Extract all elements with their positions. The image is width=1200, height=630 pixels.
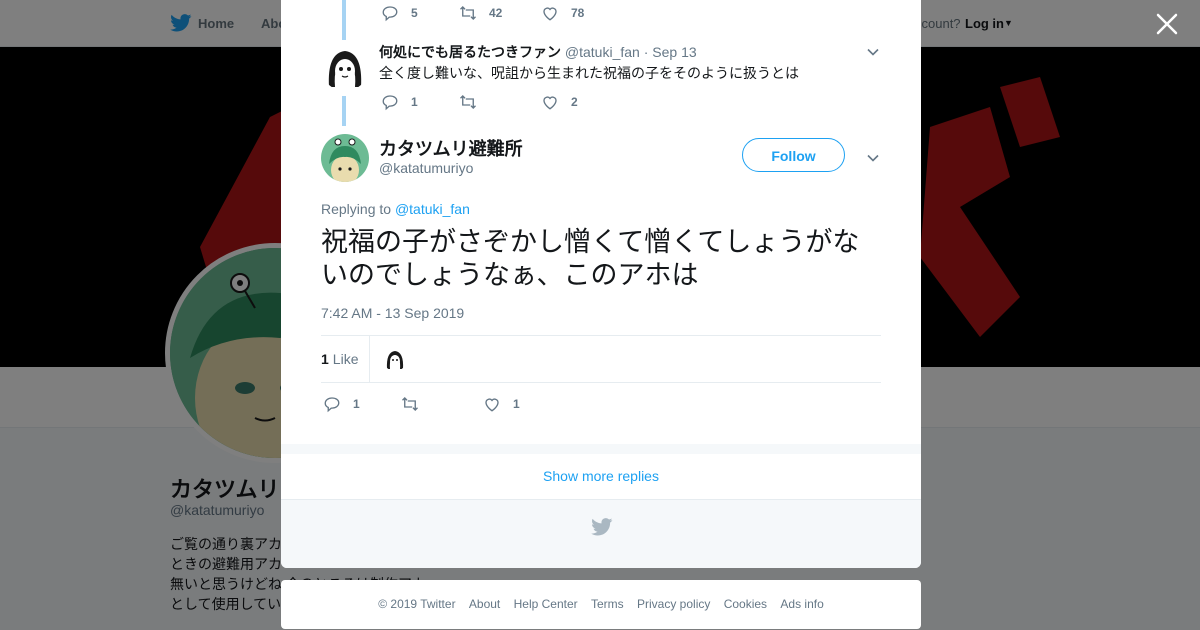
replying-to-mention[interactable]: @tatuki_fan [395,201,470,217]
footer-link-privacy[interactable]: Privacy policy [637,597,710,611]
heart-icon [485,398,499,412]
like-count: 2 [571,95,578,109]
stats-divider [369,336,370,382]
retweet-button[interactable] [459,93,541,111]
footer-link-about[interactable]: About [469,597,500,611]
retweet-button[interactable] [401,395,483,413]
reply-date[interactable]: Sep 13 [652,44,696,60]
page-footer: © 2019 Twitter About Help Center Terms P… [281,580,921,629]
footer-link-help[interactable]: Help Center [514,597,578,611]
reply-count: 1 [353,397,360,411]
follow-button[interactable]: Follow [742,138,845,172]
retweet-button[interactable]: 42 [459,4,541,22]
like-count: 78 [571,6,585,20]
reply-icon [382,95,398,111]
reply-button[interactable]: 1 [381,93,459,111]
tweet-author-name[interactable]: カタツムリ避難所 [379,135,523,161]
section-separator [281,444,921,454]
reply-icon [382,6,398,22]
close-icon[interactable] [1153,10,1181,38]
reply-author-handle[interactable]: @tatuki_fan [565,44,640,60]
reply-author-name[interactable]: 何処にでも居るたつきファン [379,44,561,60]
reply-tweet-text: 全く度し難いな、呪詛から生まれた祝福の子をそのように扱うとは [379,65,799,81]
tweet-author-avatar[interactable] [321,134,369,182]
tweet-stats: 1 Like [321,335,881,383]
reply-count: 5 [411,6,418,20]
footer-link-cookies[interactable]: Cookies [724,597,767,611]
like-button[interactable]: 78 [541,4,584,22]
tweet-author-handle[interactable]: @katatumuriyo [379,160,473,176]
retweet-icon [460,6,476,20]
footer-link-ads[interactable]: Ads info [780,597,823,611]
chevron-down-icon[interactable] [866,151,880,165]
twitter-bird-icon [591,518,613,536]
reply-count: 1 [411,95,418,109]
liker-avatar[interactable] [383,347,407,371]
likes-count: 1 [321,351,329,367]
reply-button[interactable]: 5 [381,4,459,22]
reply-icon [324,397,340,413]
replying-to-label: Replying to [321,201,392,217]
meta-separator: · [643,44,649,60]
likes-stat[interactable]: 1 Like [321,351,358,367]
footer-link-terms[interactable]: Terms [591,597,624,611]
like-count: 1 [513,397,520,411]
liker-avatar-image [383,347,407,371]
tweet-author-avatar-image [321,134,369,182]
like-button[interactable]: 1 [483,395,520,413]
likes-label: Like [332,351,359,367]
thread-connector-line [342,96,346,126]
reply-tweet-actions: 1 2 [381,93,578,111]
tweet-timestamp[interactable]: 7:42 AM - 13 Sep 2019 [321,305,464,321]
prev-tweet-actions: 5 42 78 [381,4,584,22]
tweet-text: 祝福の子がさぞかし憎くて憎くてしょうがないのでしょうなぁ、このアホは [321,227,860,290]
like-button[interactable]: 2 [541,93,578,111]
thread-connector-line [342,0,346,40]
show-more-replies-link[interactable]: Show more replies [281,454,921,500]
footer-copyright: © 2019 Twitter [378,597,456,611]
heart-icon [543,96,557,110]
heart-icon [543,7,557,21]
reply-author-avatar-image [321,43,369,91]
reply-tweet-header: 何処にでも居るたつきファン @tatuki_fan · Sep 13 [379,42,697,62]
modal-footer [281,500,921,568]
replying-to: Replying to @tatuki_fan [321,201,470,217]
chevron-down-icon[interactable] [866,45,880,59]
tweet-modal: 5 42 78 何処にでも居るたつきファン @tatuki_fan · Sep … [281,0,921,568]
retweet-icon [460,95,476,109]
retweet-count: 42 [489,6,503,20]
retweet-icon [402,397,418,411]
tweet-actions: 1 1 [323,395,520,413]
reply-button[interactable]: 1 [323,395,401,413]
reply-author-avatar[interactable] [321,43,369,91]
